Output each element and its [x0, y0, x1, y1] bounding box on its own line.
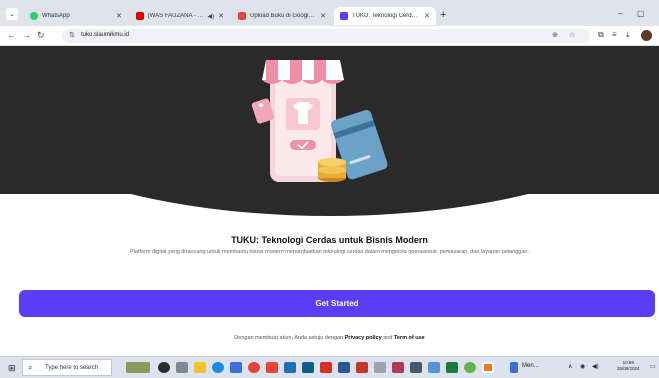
terms-and: and [381, 335, 394, 341]
term-of-use-link[interactable]: Term of use [394, 335, 425, 341]
speaker-icon[interactable]: ◀) [208, 13, 215, 20]
tab-tuku[interactable]: TUKU: Teknologi Cerdas untuk... ✕ [334, 7, 436, 25]
widgets-icon[interactable] [126, 362, 150, 373]
store-icon[interactable] [230, 362, 242, 373]
photoshop-icon[interactable] [302, 362, 314, 373]
menu-app-label[interactable]: Men... [522, 363, 539, 369]
app-slash-icon[interactable] [410, 362, 422, 373]
youtube-icon [136, 12, 144, 20]
app-blue-icon[interactable] [284, 362, 296, 373]
close-icon[interactable]: ✕ [116, 12, 122, 20]
minimize-button[interactable]: – [618, 9, 622, 18]
screen: ⌄ WhatsApp ✕ [WAS FAUZANA - LAGU NI... ◀… [0, 0, 659, 378]
forward-icon[interactable]: → [22, 30, 31, 40]
maximize-button[interactable]: ▢ [637, 9, 645, 18]
windows-start-icon[interactable]: ⊞ [8, 363, 16, 374]
tab-title: Upload Buku di Google Play S... [250, 13, 316, 19]
bookmark-star-icon[interactable]: ☆ [569, 31, 575, 39]
browser-toolbar: ← → ↻ ⇅ tuku.slaumikmu.id ⊕ ☆ ⧉ ≡ ⤓ [0, 26, 659, 46]
terms-notice: Dengan membuat akun, Anda setuju dengan … [0, 335, 659, 341]
site-info-icon[interactable]: ⇅ [69, 31, 75, 39]
privacy-policy-link[interactable]: Privacy policy [345, 335, 382, 341]
tuku-favicon-icon [340, 12, 348, 20]
reload-icon[interactable]: ↻ [37, 30, 45, 41]
tab-search-icon[interactable]: ⌄ [6, 8, 18, 20]
tab-title: WhatsApp [42, 13, 70, 19]
terms-prefix: Dengan membuat akun, Anda setuju dengan [234, 335, 345, 341]
web-page: TUKU: Teknologi Cerdas untuk Bisnis Mode… [0, 46, 659, 356]
browser-tab-strip: ⌄ WhatsApp ✕ [WAS FAUZANA - LAGU NI... ◀… [0, 0, 659, 26]
active-app-icon[interactable] [482, 362, 494, 373]
tray-chevron-icon[interactable]: ∧ [568, 363, 572, 370]
file-explorer-icon[interactable] [176, 362, 188, 373]
acrobat-icon[interactable] [320, 362, 332, 373]
network-icon[interactable]: ◉ [580, 363, 585, 370]
clock-date: 25/09/2024 [617, 366, 640, 371]
page-subtitle: Platform digital yang dirancang untuk me… [130, 249, 529, 255]
app-maroon-icon[interactable] [392, 362, 404, 373]
shop-phone-illustration-icon [251, 60, 388, 182]
app-grey-icon[interactable] [374, 362, 386, 373]
reading-list-icon[interactable]: ≡ [612, 30, 617, 39]
powerpoint-icon[interactable] [356, 362, 368, 373]
extensions-icon[interactable]: ⧉ [598, 30, 604, 40]
google-play-icon [238, 12, 246, 20]
zoom-icon[interactable]: ⊕ [552, 31, 558, 39]
search-icon: ⌕ [28, 363, 33, 372]
taskbar-search[interactable]: ⌕ Type here to search [22, 359, 112, 376]
app-lightblue-icon[interactable] [428, 362, 440, 373]
app-red-icon[interactable] [266, 362, 278, 373]
profile-avatar[interactable] [641, 30, 652, 41]
address-bar[interactable]: ⇅ tuku.slaumikmu.id ⊕ ☆ [62, 29, 590, 43]
whatsapp-icon [30, 12, 38, 20]
app-green-icon[interactable] [464, 362, 476, 373]
word-icon[interactable] [338, 362, 350, 373]
folder-icon[interactable] [194, 362, 206, 373]
tab-whatsapp[interactable]: WhatsApp ✕ [24, 7, 128, 25]
tab-youtube[interactable]: [WAS FAUZANA - LAGU NI... ◀) ✕ [130, 7, 230, 25]
tab-title: [WAS FAUZANA - LAGU NI... [148, 13, 205, 19]
chrome-icon[interactable] [248, 362, 260, 373]
close-icon[interactable]: ✕ [218, 12, 224, 20]
new-tab-button[interactable]: + [440, 9, 446, 21]
edge-icon[interactable] [212, 362, 224, 373]
tab-title: TUKU: Teknologi Cerdas untuk... [352, 13, 420, 19]
download-icon[interactable]: ⤓ [626, 30, 630, 40]
volume-icon[interactable]: ◀) [592, 363, 599, 370]
close-icon[interactable]: ✕ [320, 12, 326, 20]
close-icon[interactable]: ✕ [424, 12, 430, 20]
windows-taskbar: ⊞ ⌕ Type here to search Men... ∧ ◉ ◀) 10… [0, 356, 659, 378]
task-view-icon[interactable] [158, 362, 170, 373]
get-started-button[interactable]: Get Started [19, 290, 655, 317]
back-icon[interactable]: ← [7, 30, 16, 40]
excel-icon[interactable] [446, 362, 458, 373]
search-placeholder: Type here to search [45, 365, 99, 371]
page-title: TUKU: Teknologi Cerdas untuk Bisnis Mode… [231, 235, 428, 245]
taskbar-clock[interactable]: 10:59 25/09/2024 [617, 360, 640, 372]
address-text[interactable]: tuku.slaumikmu.id [81, 32, 129, 38]
tab-google-play[interactable]: Upload Buku di Google Play S... ✕ [232, 7, 332, 25]
menu-app-icon[interactable] [510, 362, 518, 373]
notification-icon[interactable]: ▭ [650, 363, 656, 370]
